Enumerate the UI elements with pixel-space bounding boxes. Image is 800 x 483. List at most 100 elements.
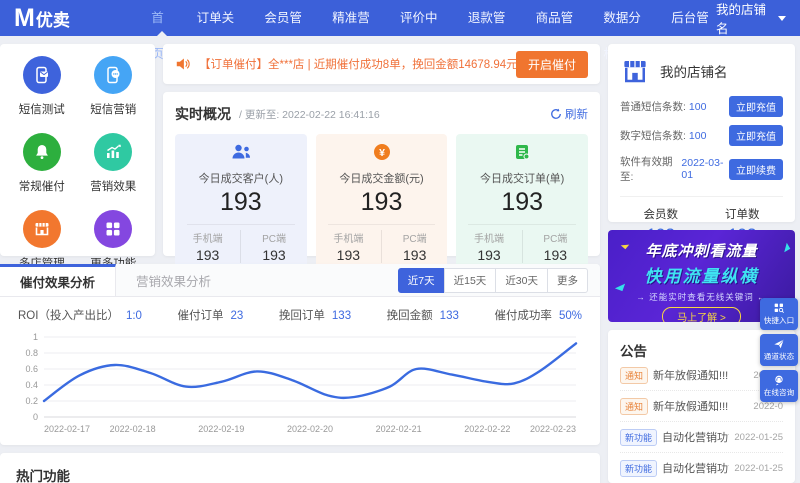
metric-roi: ROI（投入产出比） 1:0 <box>18 310 142 322</box>
refresh-icon <box>551 108 561 119</box>
channel-status-button[interactable]: 通道状态 <box>760 334 798 366</box>
sms-balance-row: 普通短信条数: 100 立即充值 <box>620 96 783 117</box>
renew-button[interactable]: 立即续费 <box>729 158 783 180</box>
analysis-tab-bar: 催付效果分析 营销效果分析 近7天 近15天 近30天 更多 <box>0 264 600 297</box>
announcement-text: 【订单催付】全***店 | 近期催付成功8单，挽回金额14678.94元，催付成… <box>199 59 516 71</box>
logo-m-glyph: M <box>14 3 35 32</box>
nav-item-members[interactable]: 会员管理 <box>264 0 309 61</box>
svg-text:0: 0 <box>33 412 38 422</box>
bell-icon <box>22 133 61 171</box>
app-marketing-effect[interactable]: 营销效果 <box>78 133 150 194</box>
analysis-panel: 催付效果分析 营销效果分析 近7天 近15天 近30天 更多 ROI（投入产出比… <box>0 264 600 445</box>
app-shortcut-panel: 短信测试 短信营销 常规催付 营销效果 <box>0 44 155 270</box>
notices-title: 公告 <box>620 344 647 359</box>
svg-text:0.6: 0.6 <box>25 364 38 374</box>
app-sms-test[interactable]: 短信测试 <box>6 56 78 117</box>
notice-item[interactable]: 通知 新年放假通知!!! 2022-0 <box>620 360 783 391</box>
tab-reminder-analysis[interactable]: 催付效果分析 <box>0 264 117 296</box>
nav-menu: 首页 订单关怀 会员管理 精准营销 评价中心 退款管理 商品管理 数据分析 后台… <box>151 0 716 61</box>
svg-text:2022-02-21: 2022-02-21 <box>376 424 422 434</box>
svg-text:2022-02-17: 2022-02-17 <box>44 424 90 434</box>
expiry-row: 软件有效期至: 2022-03-01 立即续费 <box>620 154 783 184</box>
metric-recovered-orders: 挽回订单 133 <box>278 310 352 322</box>
line-chart: 0 0.2 0.4 0.6 0.8 1 2022-02-17 2022-02-18 2022-0… <box>25 332 578 434</box>
nav-item-analytics[interactable]: 数据分析 <box>603 0 648 61</box>
stat-card-customers: 今日成交客户(人) 193 手机端 193 PC端 193 <box>175 134 307 269</box>
app-more-functions[interactable]: 更多功能 <box>78 210 150 271</box>
storefront-icon <box>624 61 646 83</box>
svg-text:1: 1 <box>33 332 38 342</box>
svg-text:2022-02-23: 2022-02-23 <box>530 424 576 434</box>
tab-marketing-analysis[interactable]: 营销效果分析 <box>116 264 231 296</box>
nav-item-products[interactable]: 商品管理 <box>536 0 581 61</box>
nav-item-marketing[interactable]: 精准营销 <box>332 0 377 61</box>
svg-text:0.4: 0.4 <box>25 380 38 390</box>
chevron-down-icon <box>778 15 786 25</box>
shop-name: 我的店铺名 <box>660 65 728 80</box>
speaker-icon <box>176 58 190 70</box>
account-name: 我的店铺名 <box>715 3 766 36</box>
nav-item-admin[interactable]: 后台管理 <box>671 0 716 61</box>
banner-decoration <box>614 280 626 292</box>
time-range-group: 近7天 近15天 近30天 更多 <box>397 264 600 296</box>
logo-text: 优卖 <box>35 10 70 30</box>
banner-cta-button[interactable]: 马上了解 > <box>662 307 741 322</box>
digital-sms-row: 数字短信条数: 100 立即充值 <box>620 125 783 146</box>
metric-success-rate: 催付成功率 50% <box>494 310 582 322</box>
metric-reminder-orders: 催付订单 23 <box>177 310 244 322</box>
headset-icon <box>775 375 783 386</box>
updated-timestamp: / 更新至: 2022-02-22 16:41:16 <box>239 108 380 121</box>
notice-item[interactable]: 新功能 自动化营销功能上线 2022-01-25 <box>620 422 783 453</box>
start-reminder-button[interactable]: 开启催付 <box>515 50 588 78</box>
range-more-button[interactable]: 更多 <box>547 267 588 293</box>
nav-item-refunds[interactable]: 退款管理 <box>468 0 513 61</box>
yen-icon: ¥ <box>373 144 390 160</box>
notice-badge: 通知 <box>620 397 649 415</box>
store-icon <box>22 210 61 248</box>
recharge-button-1[interactable]: 立即充值 <box>729 96 783 117</box>
realtime-title: 实时概况 <box>175 106 231 122</box>
sms-test-icon <box>22 56 61 94</box>
quick-entry-button[interactable]: 快捷入口 <box>760 298 798 330</box>
notice-item[interactable]: 通知 新年放假通知!!! 2022-0 <box>620 391 783 422</box>
svg-text:2022-02-18: 2022-02-18 <box>110 424 156 434</box>
banner-headline: 年底冲刺看流量 <box>645 243 758 260</box>
notice-badge: 通知 <box>620 366 649 384</box>
svg-text:¥: ¥ <box>379 147 385 159</box>
metric-row: ROI（投入产出比） 1:0 催付订单 23 挽回订单 133 挽回金额 133 催付成… <box>0 297 600 325</box>
paper-plane-icon <box>774 339 784 349</box>
app-multi-store[interactable]: 多店管理 <box>6 210 78 271</box>
svg-text:0.2: 0.2 <box>25 396 38 406</box>
account-menu[interactable]: 我的店铺名 <box>716 0 786 37</box>
svg-text:2022-02-20: 2022-02-20 <box>287 424 333 434</box>
app-payment-reminder[interactable]: 常规催付 <box>6 133 78 194</box>
online-support-button[interactable]: 在线咨询 <box>760 370 798 402</box>
quick-entry-icon <box>774 303 784 313</box>
notice-badge: 新功能 <box>620 428 658 446</box>
app-sms-marketing[interactable]: 短信营销 <box>78 56 150 117</box>
chart-area: 0 0.2 0.4 0.6 0.8 1 2022-02-17 2022-02-18 2022-0… <box>0 325 600 448</box>
nav-item-home[interactable]: 首页 <box>151 0 173 61</box>
refresh-button[interactable]: 刷新 <box>550 106 588 122</box>
order-doc-icon <box>516 145 530 160</box>
dashboard-page: M 优卖 首页 订单关怀 会员管理 精准营销 评价中心 退款管理 商品管理 数据… <box>0 0 800 483</box>
announcement-bar: 【订单催付】全***店 | 近期催付成功8单，挽回金额14678.94元，催付成… <box>163 44 600 84</box>
nav-item-reviews[interactable]: 评价中心 <box>400 0 445 61</box>
recharge-button-2[interactable]: 立即充值 <box>729 125 783 146</box>
app-logo[interactable]: M 优卖 <box>14 4 151 33</box>
users-icon <box>232 144 250 159</box>
svg-text:0.8: 0.8 <box>25 348 38 358</box>
nav-item-order-care[interactable]: 订单关怀 <box>197 0 242 61</box>
top-navbar: M 优卖 首页 订单关怀 会员管理 精准营销 评价中心 退款管理 商品管理 数据… <box>0 0 800 61</box>
range-7d-button[interactable]: 近7天 <box>397 267 445 293</box>
metric-recovered-amount: 挽回金额 133 <box>386 310 459 322</box>
banner-subheadline: 快用流量纵横 <box>644 267 759 286</box>
chart-icon <box>94 133 133 171</box>
notice-item[interactable]: 新功能 自动化营销功能上线 2022-01-25 <box>620 453 783 483</box>
realtime-overview: 实时概况 / 更新至: 2022-02-22 16:41:16 刷新 今日成交客… <box>163 92 600 269</box>
range-15d-button[interactable]: 近15天 <box>443 267 497 293</box>
grid-icon <box>94 210 133 248</box>
stat-card-amount: ¥ 今日成交金额(元) 193 手机端 193 PC端 193 <box>315 134 448 269</box>
range-30d-button[interactable]: 近30天 <box>495 267 548 293</box>
shop-info-panel: 我的店铺名 普通短信条数: 100 立即充值 数字短信条数: 100 立即充值 … <box>608 44 795 244</box>
